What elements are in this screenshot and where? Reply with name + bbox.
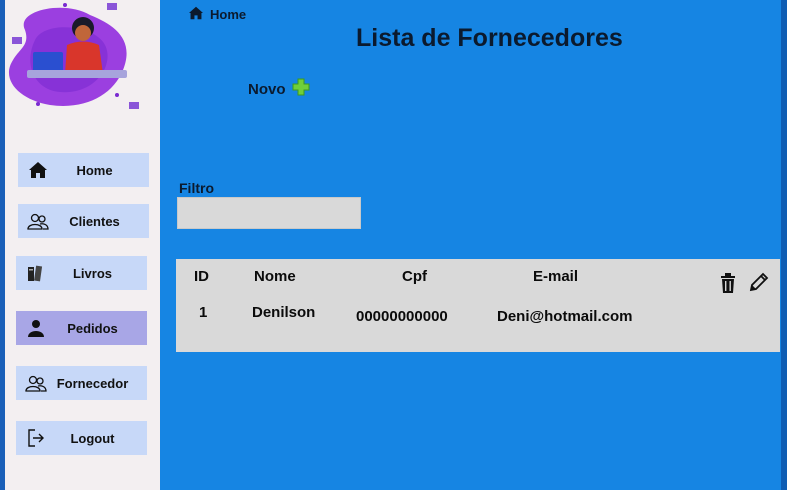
sidebar-item-label: Logout <box>70 430 115 446</box>
column-header-nome: Nome <box>254 268 296 285</box>
column-header-email: E-mail <box>533 268 579 285</box>
sidebar-item-pedidos[interactable]: Pedidos <box>16 311 147 345</box>
home-icon <box>26 158 50 182</box>
sidebar-item-label: Pedidos <box>67 320 118 336</box>
sidebar-item-label: Fornecedor <box>56 375 129 391</box>
column-header-id: ID <box>194 268 209 285</box>
new-supplier-button[interactable]: Novo <box>248 78 310 100</box>
new-button-label: Novo <box>248 80 286 98</box>
home-icon <box>188 6 204 23</box>
person-at-laptop-illustration <box>8 3 139 109</box>
logout-icon <box>24 426 48 450</box>
sidebar-item-label: Home <box>76 162 113 178</box>
filter-input[interactable] <box>177 197 361 229</box>
users-icon <box>26 209 50 233</box>
sidebar: Home Clientes Livros Pedidos Fornecedor … <box>5 0 160 490</box>
filter-label: Filtro <box>179 180 214 196</box>
cell-nome: Denilson <box>252 304 316 321</box>
plus-icon <box>292 78 310 100</box>
breadcrumb-label[interactable]: Home <box>210 7 246 22</box>
books-icon <box>24 261 48 285</box>
sidebar-item-clientes[interactable]: Clientes <box>18 204 149 238</box>
sidebar-item-livros[interactable]: Livros <box>16 256 147 290</box>
cell-email: Deni@hotmail.com <box>497 308 633 325</box>
user-icon <box>24 316 48 340</box>
cell-cpf: 00000000000 <box>356 308 448 325</box>
pencil-icon[interactable] <box>749 272 769 297</box>
users-icon <box>24 371 48 395</box>
sidebar-item-home[interactable]: Home <box>18 153 149 187</box>
sidebar-item-logout[interactable]: Logout <box>16 421 147 455</box>
sidebar-item-fornecedor[interactable]: Fornecedor <box>16 366 147 400</box>
cell-id: 1 <box>199 304 208 321</box>
sidebar-item-label: Livros <box>72 265 112 281</box>
trash-icon[interactable] <box>720 273 736 298</box>
page-title: Lista de Fornecedores <box>356 24 623 52</box>
column-header-cpf: Cpf <box>402 268 427 285</box>
suppliers-table: ID Nome Cpf E-mail 1 Denilson 0000000000… <box>176 259 780 352</box>
main-content: Home Lista de Fornecedores Novo Filtro I… <box>160 0 781 490</box>
window-frame-right <box>781 0 787 490</box>
breadcrumb[interactable]: Home <box>188 6 246 23</box>
sidebar-item-label: Clientes <box>69 213 120 229</box>
